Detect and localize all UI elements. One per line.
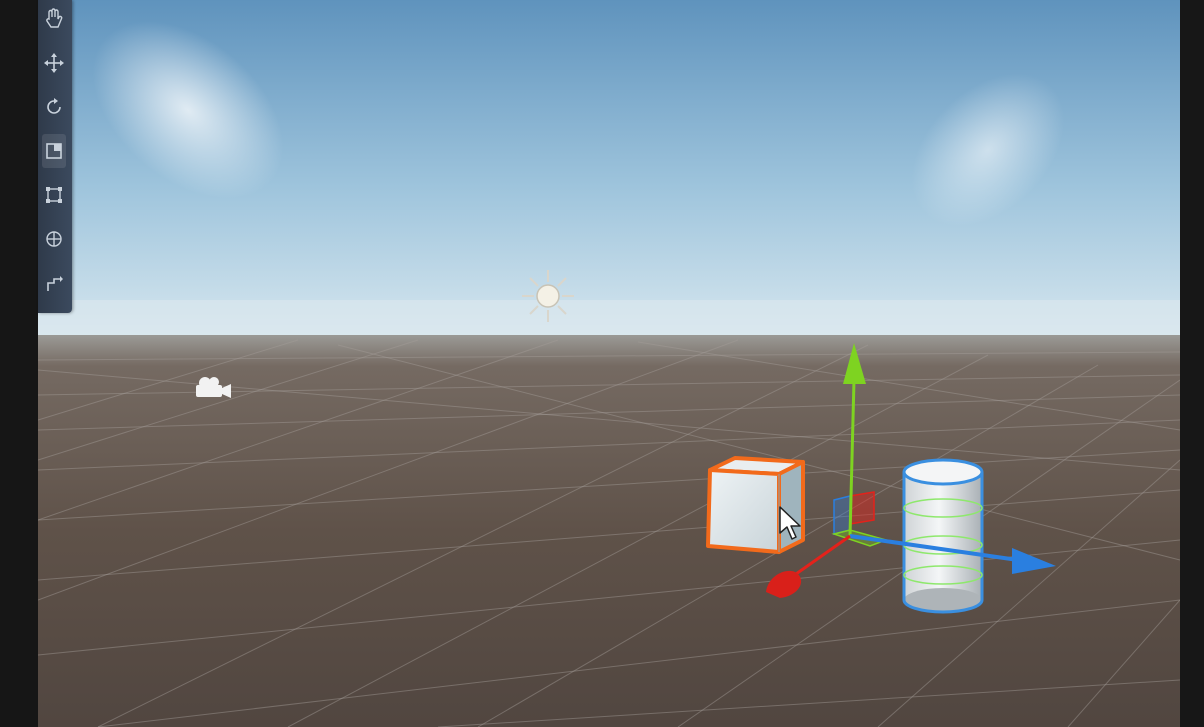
hand-tool-icon[interactable] [42, 2, 66, 36]
cylinder-object[interactable] [902, 458, 984, 614]
move-tool-icon[interactable] [42, 46, 66, 80]
scene-canvas[interactable] [38, 0, 1180, 727]
rect-tool-icon[interactable] [42, 178, 66, 212]
scene-tool-palette [38, 0, 72, 313]
gizmo-xy-plane[interactable] [849, 491, 875, 525]
screen-bezel-right [1180, 0, 1204, 727]
transform-tool-icon[interactable] [42, 222, 66, 256]
scale-tool-icon[interactable] [42, 134, 66, 168]
gizmo-yz-plane[interactable] [833, 495, 851, 535]
horizon-haze [38, 300, 1180, 340]
rotate-tool-icon[interactable] [42, 90, 66, 124]
scene-viewport[interactable] [38, 0, 1180, 727]
cube-object[interactable] [706, 456, 805, 554]
custom-tool-icon[interactable] [42, 268, 66, 302]
